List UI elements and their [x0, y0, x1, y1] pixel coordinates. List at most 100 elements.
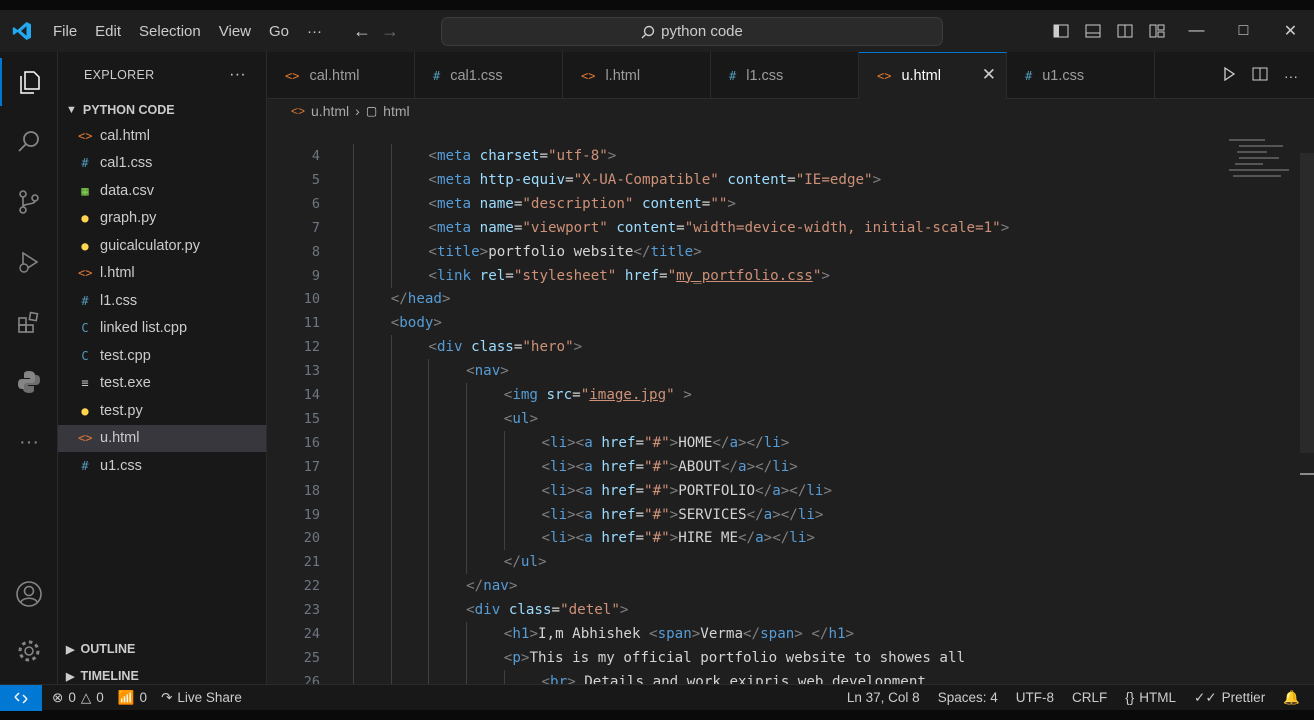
tab-close-icon[interactable]: ✕: [982, 65, 996, 85]
search-activity-icon[interactable]: [0, 118, 58, 166]
code-token: charset: [479, 148, 540, 164]
file-item[interactable]: ● graph.py: [58, 205, 266, 233]
menu-view[interactable]: View: [210, 23, 260, 40]
code-token: <: [428, 195, 437, 212]
code-token: I,m Abhishek: [537, 626, 650, 642]
file-item[interactable]: ≡ test.exe: [58, 370, 266, 398]
code-token: </: [390, 291, 408, 308]
close-window-icon[interactable]: ✕: [1267, 10, 1314, 52]
run-icon[interactable]: [1222, 66, 1236, 84]
code-token: >: [727, 195, 736, 212]
code-token: =: [539, 148, 548, 164]
editor-more-icon[interactable]: ···: [1284, 68, 1298, 84]
menu-more[interactable]: ···: [298, 23, 331, 40]
explorer-icon[interactable]: [0, 58, 58, 106]
accounts-icon[interactable]: [0, 570, 58, 618]
menu-edit[interactable]: Edit: [86, 23, 130, 40]
code-token: li: [806, 482, 824, 499]
indent-guide: [390, 669, 392, 684]
minimize-icon[interactable]: —: [1173, 10, 1220, 52]
extensions-icon[interactable]: [0, 298, 58, 346]
editor-tab[interactable]: <> u.html ✕: [859, 52, 1007, 99]
code-token: div: [474, 602, 509, 619]
code-editor[interactable]: <head> 4<meta charset="utf-8">5<meta htt…: [267, 123, 1314, 684]
indent-guide: [466, 669, 468, 684]
menu-file[interactable]: File: [44, 23, 86, 40]
folder-header[interactable]: ▼ PYTHON CODE: [58, 98, 266, 122]
line-endings[interactable]: CRLF: [1072, 690, 1107, 705]
language-mode[interactable]: {} HTML: [1125, 690, 1176, 705]
file-item[interactable]: <> cal.html: [58, 122, 266, 150]
file-item[interactable]: # u1.css: [58, 452, 266, 480]
code-token: ><: [567, 482, 585, 499]
line-number: 6: [311, 195, 320, 212]
code-line: 10 </head>: [267, 287, 1227, 312]
code-token: ><: [567, 530, 585, 547]
file-item[interactable]: ▦ data.csv: [58, 177, 266, 205]
braces-icon: {}: [1125, 690, 1135, 705]
file-item[interactable]: Ctest.cpp: [58, 342, 266, 370]
line-number: 17: [303, 458, 320, 475]
editor-tab[interactable]: # u1.css: [1007, 52, 1155, 99]
customize-layout-icon[interactable]: [1141, 10, 1173, 52]
file-item[interactable]: <> l.html: [58, 260, 266, 288]
code-line: 16 <li><a href="#">HOME</a></li>: [267, 430, 1227, 455]
vscode-logo-icon: [0, 10, 44, 52]
indent-guide: [390, 645, 392, 670]
source-control-icon[interactable]: [0, 178, 58, 226]
encoding[interactable]: UTF-8: [1016, 690, 1054, 705]
code-token: =: [551, 602, 561, 619]
command-center-search[interactable]: python code: [441, 17, 943, 46]
remote-indicator-icon[interactable]: [0, 684, 42, 711]
search-icon: [641, 25, 655, 38]
explorer-more-icon[interactable]: ···: [229, 66, 246, 84]
file-item[interactable]: ● guicalculator.py: [58, 232, 266, 260]
editor-tab[interactable]: # l1.css: [711, 52, 859, 99]
cursor-position[interactable]: Ln 37, Col 8: [847, 690, 920, 705]
prettier-status[interactable]: ✓✓ Prettier: [1194, 690, 1265, 706]
breadcrumb-file[interactable]: u.html: [311, 103, 349, 119]
file-item[interactable]: # l1.css: [58, 287, 266, 315]
code-token: Details and work exipris web development: [584, 673, 926, 684]
split-editor-icon[interactable]: [1252, 66, 1268, 85]
activity-bar: ···: [0, 52, 58, 684]
editor-tab[interactable]: <> l.html: [563, 52, 711, 99]
menu-go[interactable]: Go: [260, 23, 298, 40]
toggle-panel-icon[interactable]: [1077, 10, 1109, 52]
code-token: PORTFOLIO: [678, 482, 756, 499]
indentation[interactable]: Spaces: 4: [938, 690, 998, 705]
code-token: li: [550, 458, 568, 475]
code-token: div: [436, 339, 472, 356]
menu-selection[interactable]: Selection: [130, 23, 210, 40]
notifications-bell-icon[interactable]: 🔔: [1283, 690, 1300, 706]
python-icon[interactable]: [0, 358, 58, 406]
line-number: 21: [303, 554, 320, 571]
file-list: <> cal.html # cal1.css ▦ data.csv ● graph.py ● gu…: [58, 122, 266, 480]
file-item[interactable]: # cal1.css: [58, 150, 266, 178]
more-views-icon[interactable]: ···: [0, 418, 58, 466]
minimap[interactable]: [1229, 133, 1299, 193]
settings-gear-icon[interactable]: [0, 627, 58, 675]
file-item[interactable]: Clinked list.cpp: [58, 315, 266, 343]
back-arrow-icon[interactable]: ←: [353, 21, 371, 42]
breadcrumb-node[interactable]: html: [383, 103, 409, 119]
outline-section[interactable]: ▶ OUTLINE: [58, 637, 267, 661]
code-token: "IE=edge": [795, 171, 873, 188]
live-share-button[interactable]: ↷ Live Share: [161, 690, 242, 706]
file-item[interactable]: ● test.py: [58, 397, 266, 425]
code-text: <li><a href="#">PORTFOLIO</a></li>: [542, 483, 833, 499]
indent-guide: [428, 598, 430, 623]
run-debug-icon[interactable]: [0, 238, 58, 286]
file-item[interactable]: <> u.html: [58, 424, 266, 452]
problems-indicator[interactable]: ⊗ 0 △ 0: [52, 690, 104, 706]
editor-tab[interactable]: # cal1.css: [415, 52, 563, 99]
indent-guide: [466, 406, 468, 431]
maximize-icon[interactable]: □: [1220, 10, 1267, 52]
toggle-secondary-sidebar-icon[interactable]: [1109, 10, 1141, 52]
code-token: >: [669, 530, 679, 547]
ports-indicator[interactable]: 📶 0: [118, 690, 147, 706]
toggle-primary-sidebar-icon[interactable]: [1045, 10, 1077, 52]
forward-arrow-icon[interactable]: →: [381, 21, 399, 42]
vertical-scrollbar[interactable]: [1300, 153, 1314, 453]
editor-tab[interactable]: <> cal.html: [267, 52, 415, 99]
